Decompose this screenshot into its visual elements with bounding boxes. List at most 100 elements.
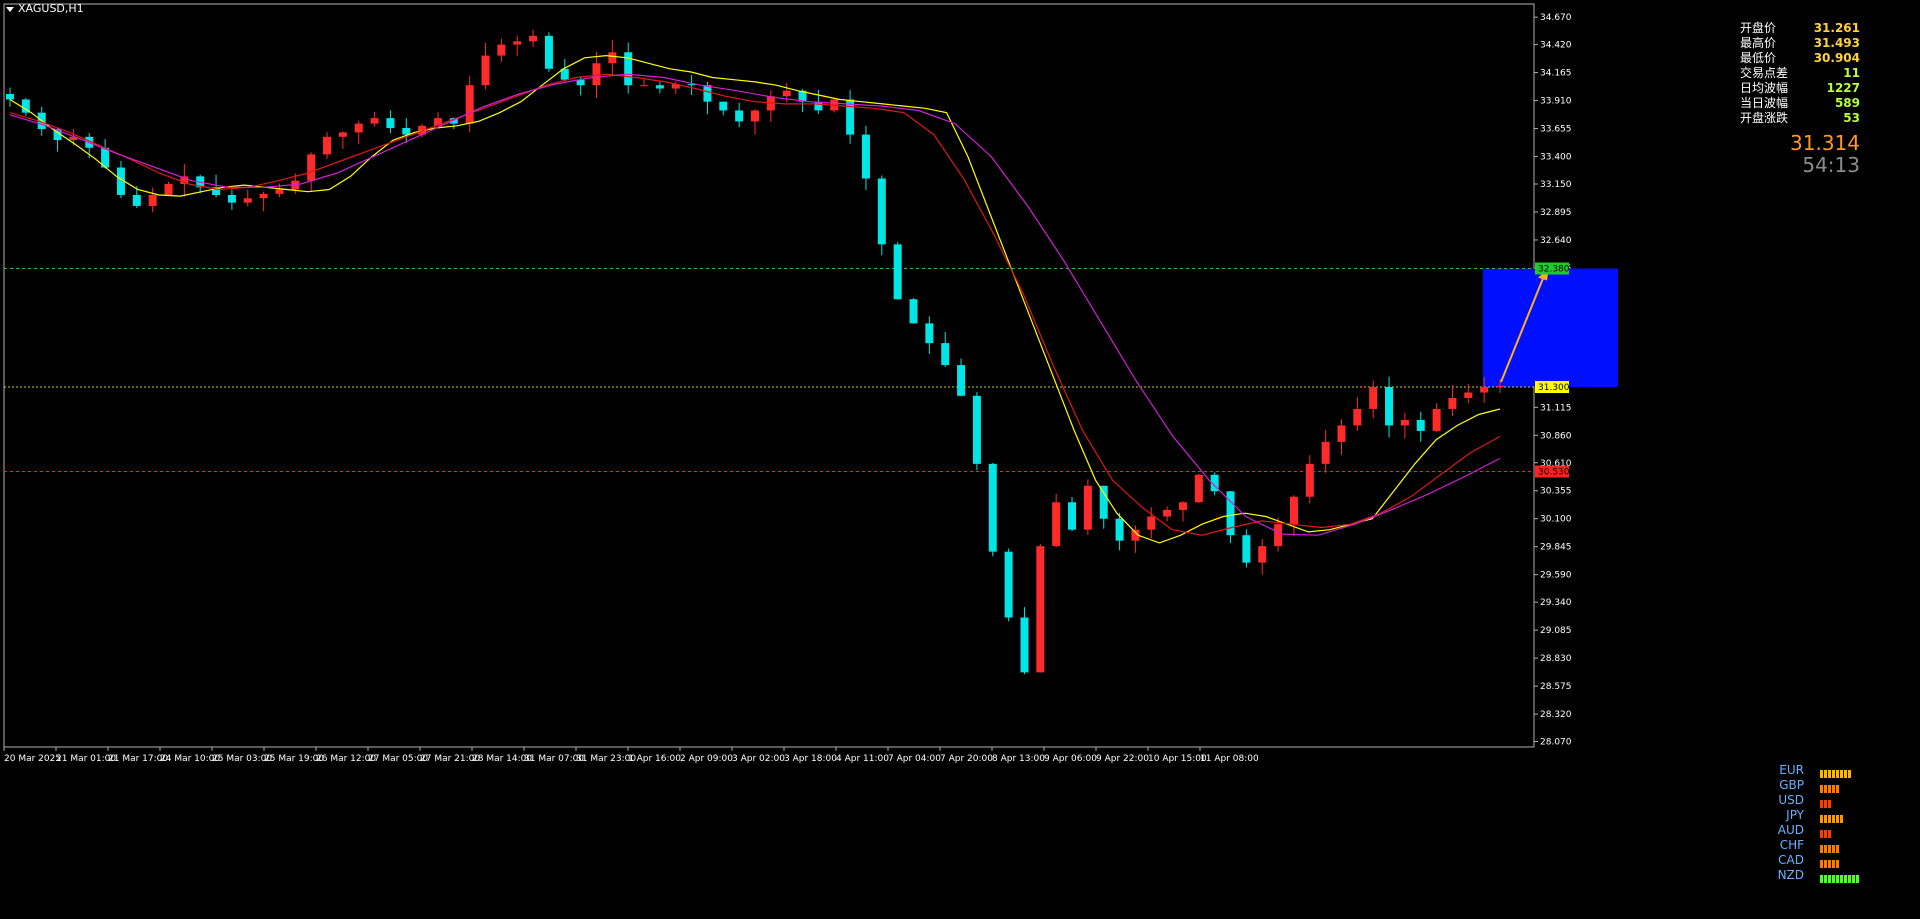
candle-body: [1385, 387, 1394, 426]
bar-countdown: 54:13: [1802, 153, 1860, 177]
candle-body: [1274, 524, 1283, 547]
candle-body: [465, 85, 474, 124]
candle-body: [877, 178, 886, 245]
candle-body: [893, 244, 902, 300]
info-row: 日均波幅 1227: [1740, 81, 1860, 96]
candle-body: [323, 136, 332, 155]
candle-body: [1448, 397, 1457, 409]
candle-body: [925, 323, 934, 344]
candle-body: [1289, 496, 1298, 525]
candle-body: [338, 132, 347, 137]
candle-body: [1242, 535, 1251, 563]
candle-body: [227, 194, 236, 203]
candle-body: [1052, 502, 1061, 547]
symbol-title: XAGUSD,H1: [6, 2, 84, 15]
y-tick-label: 32.895: [1540, 208, 1572, 218]
candle-body: [957, 365, 966, 396]
candle-body: [608, 52, 617, 64]
candle-body: [1321, 441, 1330, 464]
y-tick-label: 32.640: [1540, 236, 1572, 246]
candle-body: [1083, 485, 1092, 530]
currency-label: NZD: [1777, 868, 1804, 882]
y-tick-label: 28.320: [1540, 710, 1572, 720]
x-tick-label: 3 Apr 02:00: [732, 754, 785, 764]
strength-bar: [1820, 767, 1852, 778]
candle-body: [1020, 617, 1029, 673]
candle-body: [481, 55, 490, 86]
x-tick-label: 4 Apr 11:00: [836, 754, 889, 764]
info-label: 开盘涨跌: [1740, 111, 1789, 125]
y-tick-label: 30.860: [1540, 431, 1572, 441]
candle-body: [402, 128, 411, 135]
candle-body: [307, 154, 316, 181]
candle-body: [751, 110, 759, 122]
x-tick-label: 11 Apr 08:00: [1200, 754, 1259, 764]
candle-body: [1432, 408, 1441, 431]
chart-window[interactable]: 34.670 34.420 34.165 33.910 33.655 33.400 33.1…: [0, 0, 1920, 919]
candle-body: [1416, 419, 1425, 431]
strength-bar: [1820, 797, 1832, 808]
x-tick-label: 1 Apr 16:00: [628, 754, 681, 764]
info-label: 当日波幅: [1740, 96, 1789, 110]
candle-body: [1400, 419, 1409, 426]
candle-body: [782, 90, 791, 97]
y-tick-label: 29.590: [1540, 571, 1572, 581]
strength-bar: [1820, 857, 1840, 868]
x-tick-label: 7 Apr 04:00: [888, 754, 941, 764]
candle-body: [1337, 425, 1346, 442]
info-label: 最低价: [1740, 51, 1777, 65]
price-tag: 31.300: [1538, 383, 1570, 393]
candle-body: [1147, 516, 1156, 530]
strength-row: NZD: [1760, 868, 1870, 883]
currency-label: USD: [1778, 793, 1804, 807]
candle-body: [861, 134, 870, 179]
candle-body: [972, 395, 981, 464]
strength-row: EUR: [1760, 763, 1870, 778]
candle-body: [1480, 387, 1489, 393]
candle-body: [1115, 518, 1124, 541]
info-row: 开盘价 31.261: [1740, 21, 1860, 36]
dropdown-triangle-icon[interactable]: [6, 6, 14, 12]
y-tick-label: 33.400: [1540, 153, 1572, 163]
x-tick-label: 10 Apr 15:00: [1148, 754, 1207, 764]
candle-body: [1305, 463, 1314, 497]
price-chart[interactable]: 34.670 34.420 34.165 33.910 33.655 33.400 33.1…: [0, 0, 1920, 919]
y-tick-label: 28.830: [1540, 654, 1572, 664]
candle-body: [1036, 546, 1045, 673]
candle-body: [703, 85, 712, 102]
currency-label: JPY: [1786, 808, 1804, 822]
y-tick-label: 28.070: [1540, 738, 1572, 748]
currency-strength-panel: EUR GBP USD JPY AUD CHF CAD NZD: [1760, 763, 1870, 883]
candle-body: [1353, 408, 1362, 426]
x-tick-label: 20 Mar 2025: [4, 754, 61, 764]
candle-body: [259, 193, 268, 199]
currency-label: CAD: [1778, 853, 1804, 867]
x-tick-label: 3 Apr 18:00: [784, 754, 837, 764]
y-tick-label: 34.670: [1540, 13, 1572, 23]
info-row: 最低价 30.904: [1740, 51, 1860, 66]
info-value: 31.261: [1813, 21, 1860, 35]
candle-body: [6, 93, 14, 100]
y-tick-label: 29.340: [1540, 598, 1572, 608]
strength-bar: [1820, 782, 1840, 793]
candle-body: [1369, 387, 1378, 409]
price-tag: 32.380: [1538, 264, 1570, 274]
strength-row: AUD: [1760, 823, 1870, 838]
info-label: 日均波幅: [1740, 81, 1789, 95]
candle-body: [275, 189, 284, 194]
price-tag: 30.530: [1538, 468, 1570, 478]
info-row: 当日波幅 589: [1740, 96, 1860, 111]
ma-slow-line: [9, 73, 1501, 536]
candle-body: [719, 101, 728, 111]
candle-body: [544, 35, 553, 69]
candle-body: [164, 183, 173, 195]
x-tick-label: 8 Apr 13:00: [992, 754, 1045, 764]
y-tick-label: 28.575: [1540, 682, 1572, 692]
candle-body: [1099, 485, 1108, 519]
strength-row: CHF: [1760, 838, 1870, 853]
info-label: 交易点差: [1740, 66, 1789, 80]
candle-body: [243, 198, 252, 203]
candle-body: [513, 41, 522, 45]
y-tick-label: 34.420: [1540, 41, 1572, 51]
y-tick-label: 29.085: [1540, 626, 1572, 636]
